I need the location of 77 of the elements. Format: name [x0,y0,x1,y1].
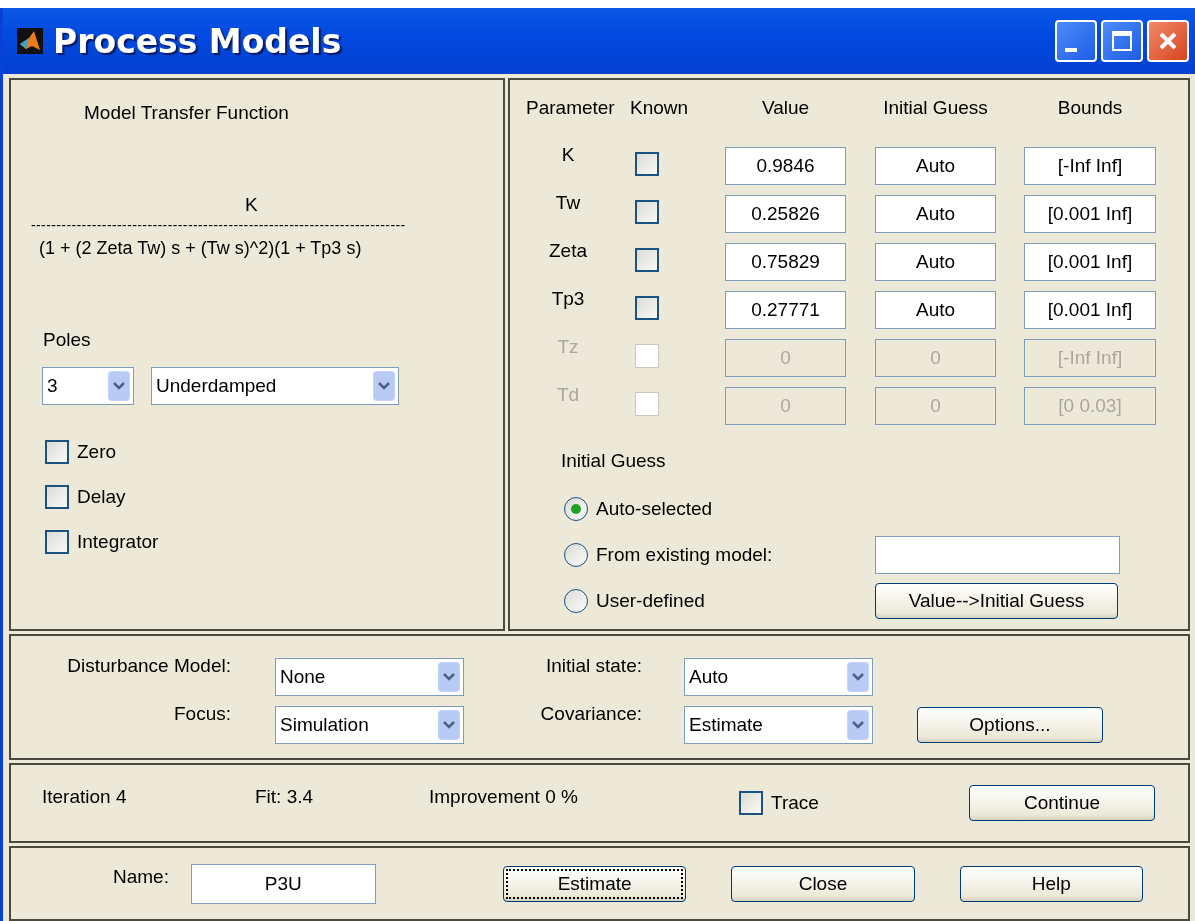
parameter-name: Tw [554,191,582,214]
radio-label: Auto-selected [596,498,713,520]
field-label: Initial state: [544,654,643,677]
checkbox-label: Integrator [77,531,159,553]
field-label: Name: [113,865,170,888]
input-field[interactable]: Auto [875,291,996,329]
maximize-icon [1111,30,1133,52]
app-logo-icon [17,28,43,54]
input-field[interactable]: 0.9846 [725,147,846,185]
checkbox[interactable] [635,199,659,224]
formula-denominator: (1 + (2 Zeta Tw) s + (Tw s)^2)(1 + Tp3 s) [39,238,363,259]
input-field[interactable]: Auto [875,147,996,185]
maximize-button[interactable] [1101,20,1143,62]
status-text: Fit: 3.4 [255,786,315,808]
input-field[interactable]: [0.001 Inf] [1024,243,1156,281]
column-header: Initial Guess [882,97,989,120]
input-field[interactable]: [0.001 Inf] [1024,291,1156,329]
input-field[interactable]: Auto [875,195,996,233]
input-field[interactable]: [-Inf Inf] [1024,147,1156,185]
input-field[interactable]: 0.27771 [725,291,846,329]
input-field[interactable]: Auto [875,243,996,281]
close-icon [1157,30,1179,52]
checkbox[interactable] [635,247,659,272]
checkbox[interactable] [45,485,69,509]
column-header: Parameter [526,97,616,120]
column-header: Value [760,97,811,120]
checkbox[interactable] [739,791,763,815]
minimize-icon [1065,48,1077,52]
parameter-name: Zeta [548,239,588,262]
radio-button[interactable] [564,497,588,521]
checkbox-label: Zero [77,441,117,463]
field-label: Disturbance Model: [66,654,231,677]
status-text: Improvement 0 % [429,786,579,808]
input-field[interactable]: 0.75829 [725,243,846,281]
section-label: Initial Guess [561,450,667,472]
input-field[interactable] [875,536,1120,574]
field-label: Focus: [172,702,231,725]
parameter-name: Tz [556,335,580,358]
dialog-button[interactable]: Close [731,865,915,902]
dropdown[interactable]: Underdamped [151,367,399,405]
parameter-name: K [560,143,576,166]
radio-button[interactable] [564,589,588,613]
checkbox[interactable] [45,440,69,464]
formula-numerator: K [245,194,259,216]
dropdown[interactable]: Simulation [275,706,464,744]
dropdown[interactable]: 3 [42,367,134,405]
input-field[interactable]: 0.25826 [725,195,846,233]
column-header: Bounds [1056,97,1124,120]
radio-button[interactable] [564,543,588,567]
radio-label: User-defined [596,590,705,612]
window-title: Process Models [53,21,342,61]
fraction-line: -------------------------------------------------------------------------- [31,218,407,232]
checkbox[interactable] [45,530,69,554]
status-text: Iteration 4 [42,786,128,808]
column-header: Known [630,97,690,120]
dropdown[interactable]: None [275,658,464,696]
parameter-name: Tp3 [550,287,586,310]
continue-button[interactable]: Continue [969,785,1155,821]
input-field[interactable]: [0.001 Inf] [1024,195,1156,233]
checkbox[interactable] [635,295,659,320]
options-button[interactable]: Options... [917,707,1103,743]
minimize-button[interactable] [1055,20,1097,62]
radio-label: From existing model: [596,544,773,566]
dialog-button[interactable]: Help [959,865,1143,902]
checkbox-label: Delay [77,486,126,508]
field-label: Covariance: [539,702,643,725]
dropdown[interactable]: Estimate [684,706,873,744]
value-to-guess-button[interactable]: Value-->Initial Guess [875,583,1118,619]
dropdown[interactable]: Auto [684,658,873,696]
field-label: Poles [43,329,92,351]
parameter-name: Td [555,383,581,406]
section-heading: Model Transfer Function [84,102,290,124]
input-field[interactable]: P3U [190,863,376,904]
close-button[interactable] [1147,20,1189,62]
dialog-button[interactable]: Estimate [502,865,687,902]
checkbox[interactable] [635,151,659,176]
checkbox-label: Trace [771,792,819,814]
